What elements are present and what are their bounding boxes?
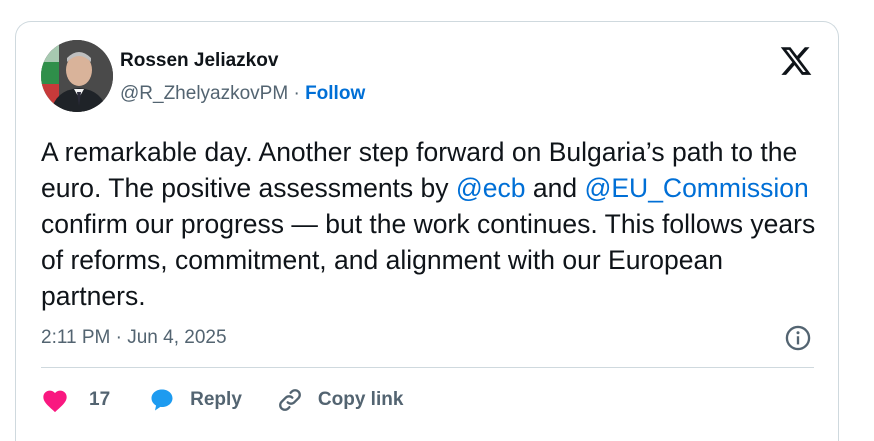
mention-eu-commission-link[interactable]: @EU_Commission [584,173,808,203]
divider [41,367,814,368]
author-handle[interactable]: @R_ZhelyazkovPM [120,83,288,104]
tweet-text-part-2: and [525,173,585,203]
handle-separator: · [288,83,306,104]
copy-link-label: Copy link [317,389,404,410]
mention-ecb-link[interactable]: @ecb [456,173,526,203]
reply-label: Reply [190,389,242,410]
link-icon [278,389,301,411]
author-block: Rossen Jeliazkov @R_ZhelyazkovPM · Follo… [120,49,365,106]
reply-bubble-icon [151,389,173,411]
like-button[interactable]: 17 [41,387,110,413]
heart-icon [43,390,67,413]
tweet-text: A remarkable day. Another step forward o… [41,134,831,314]
info-icon[interactable] [784,324,812,352]
reply-button[interactable]: Reply [148,386,242,414]
author-handle-line: @R_ZhelyazkovPM · Follow [120,82,365,106]
tweet-card: Rossen Jeliazkov @R_ZhelyazkovPM · Follo… [15,21,839,441]
tweet-text-part-3: confirm our progress — but the work cont… [41,209,816,311]
follow-button[interactable]: Follow [305,83,365,104]
author-name[interactable]: Rossen Jeliazkov [120,49,365,73]
action-bar: 17 Reply Copy link [41,384,403,416]
avatar-photo [41,40,113,112]
x-logo-icon[interactable] [778,44,814,78]
author-avatar[interactable] [41,40,113,112]
tweet-timestamp[interactable]: 2:11 PM · Jun 4, 2025 [41,323,227,353]
like-count: 17 [89,389,111,410]
copy-link-button[interactable]: Copy link [276,386,404,414]
